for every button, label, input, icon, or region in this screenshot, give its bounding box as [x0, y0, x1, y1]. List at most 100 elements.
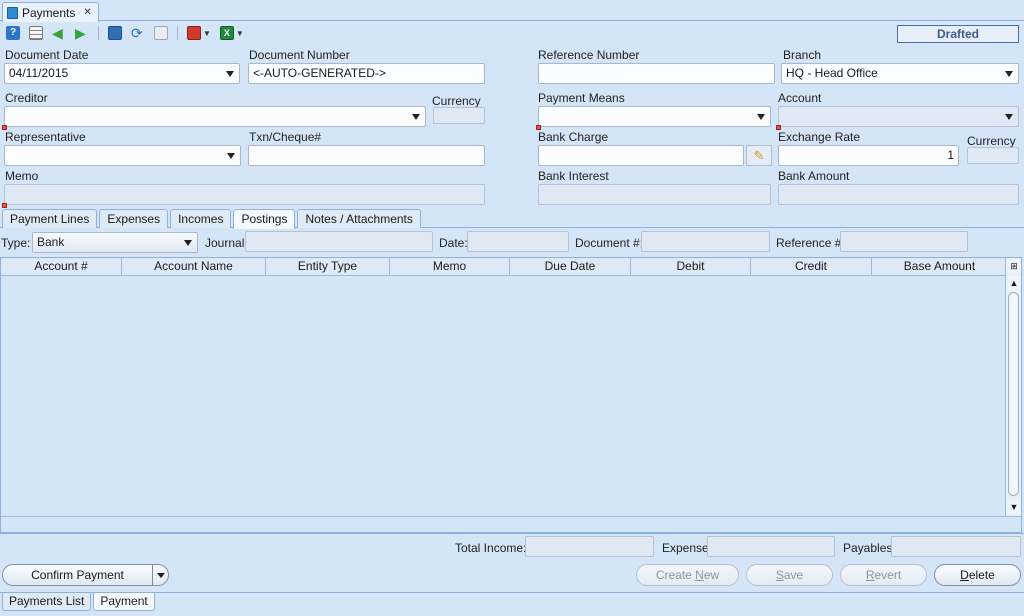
document-date-select[interactable]: 04/11/2015	[4, 63, 240, 84]
date-field	[467, 231, 569, 252]
back-arrow-icon[interactable]: ◀	[52, 26, 66, 40]
confirm-payment-label: Confirm Payment	[31, 568, 124, 582]
journal-label: Journal:	[205, 236, 248, 250]
document-icon	[7, 6, 18, 19]
bank-interest-field	[538, 184, 771, 205]
currency2-field	[967, 147, 1019, 164]
create-new-button[interactable]: Create New	[636, 564, 739, 586]
revert-button[interactable]: Revert	[840, 564, 927, 586]
excel-export-dropdown-icon[interactable]: ▼	[236, 29, 244, 38]
reference-number-field[interactable]	[538, 63, 775, 84]
bank-charge-label: Bank Charge	[538, 130, 609, 144]
document-date-label: Document Date	[5, 48, 89, 62]
txn-cheque-label: Txn/Cheque#	[249, 130, 322, 144]
memo-label: Memo	[5, 169, 39, 183]
revert-label-post: evert	[874, 568, 902, 582]
column-header-account-number[interactable]: Account #	[1, 258, 122, 275]
account-label: Account	[778, 91, 822, 105]
tab-postings[interactable]: Postings	[233, 209, 296, 229]
bank-interest-label: Bank Interest	[538, 169, 609, 183]
save-disk-icon[interactable]	[108, 26, 122, 40]
scroll-thumb[interactable]	[1008, 292, 1019, 496]
detail-tabs: Payment Lines Expenses Incomes Postings …	[2, 209, 421, 229]
representative-select[interactable]	[4, 145, 241, 166]
column-header-base-amount[interactable]: Base Amount	[872, 258, 1007, 275]
column-header-entity-type[interactable]: Entity Type	[266, 258, 390, 275]
memo-field[interactable]	[4, 184, 485, 205]
document-tab-strip	[0, 0, 1024, 21]
refresh-icon[interactable]: ⟳	[131, 26, 145, 40]
payables-field	[891, 536, 1021, 557]
create-new-mnemonic: N	[695, 568, 704, 582]
document-number-filter-field	[641, 231, 770, 252]
bank-charge-field[interactable]	[538, 145, 744, 166]
bank-amount-field	[778, 184, 1019, 205]
delete-button[interactable]: Delete	[934, 564, 1021, 586]
column-header-due-date[interactable]: Due Date	[510, 258, 631, 275]
representative-label: Representative	[5, 130, 86, 144]
column-chooser-icon[interactable]: ⊞	[1007, 259, 1021, 273]
tab-notes-attachments[interactable]: Notes / Attachments	[297, 209, 421, 228]
tab-incomes[interactable]: Incomes	[170, 209, 232, 228]
scroll-up-icon[interactable]: ▲	[1007, 276, 1021, 290]
type-label: Type:	[1, 236, 31, 250]
help-icon[interactable]: ?	[6, 26, 20, 40]
totals-divider	[0, 533, 1024, 534]
exchange-rate-label: Exchange Rate	[778, 130, 861, 144]
column-header-credit[interactable]: Credit	[751, 258, 872, 275]
document-number-label: Document Number	[249, 48, 350, 62]
document-number-filter-label: Document #:	[575, 236, 644, 250]
postings-grid: Account # Account Name Entity Type Memo …	[0, 257, 1022, 533]
account-select[interactable]	[778, 106, 1019, 127]
toolbar: ? ◀ ▶ ⟳ ▼ X ▼	[6, 24, 244, 42]
creditor-label: Creditor	[5, 91, 48, 105]
payment-means-label: Payment Means	[538, 91, 625, 105]
grid-header: Account # Account Name Entity Type Memo …	[1, 258, 1007, 276]
delete-label-post: elete	[968, 568, 995, 582]
close-icon[interactable]: ✕	[83, 7, 91, 18]
create-new-label-post: ew	[703, 568, 720, 582]
bottom-tabs: Payments List Payment	[2, 593, 155, 611]
column-header-debit[interactable]: Debit	[631, 258, 751, 275]
confirm-payment-button[interactable]: Confirm Payment	[2, 564, 169, 586]
column-header-memo[interactable]: Memo	[390, 258, 510, 275]
save-mnemonic: S	[775, 568, 784, 582]
currency-field	[433, 107, 485, 124]
excel-export-icon[interactable]: X	[219, 26, 234, 40]
branch-label: Branch	[783, 48, 822, 62]
currency-label: Currency	[432, 94, 481, 108]
tab-payment-lines[interactable]: Payment Lines	[2, 209, 98, 228]
document-number-field[interactable]: <-AUTO-GENERATED->	[248, 63, 485, 84]
scroll-down-icon[interactable]: ▼	[1007, 500, 1021, 514]
expense-field	[707, 536, 835, 557]
copy-icon[interactable]	[154, 26, 168, 40]
expense-label: Expense:	[662, 541, 713, 555]
tab-expenses[interactable]: Expenses	[99, 209, 169, 228]
payments-window-tab[interactable]: Payments ✕	[2, 2, 99, 22]
payment-means-select[interactable]	[538, 106, 771, 127]
tab-payment[interactable]: Payment	[93, 593, 155, 611]
pencil-edit-icon[interactable]: ✎	[746, 145, 772, 166]
create-new-label-pre: Create	[655, 568, 696, 582]
payables-label: Payables:	[843, 541, 896, 555]
branch-select[interactable]: HQ - Head Office	[781, 63, 1019, 84]
save-button[interactable]: Save	[746, 564, 833, 586]
pdf-export-dropdown-icon[interactable]: ▼	[203, 29, 211, 38]
status-badge: Drafted	[897, 25, 1019, 43]
grid-icon[interactable]	[29, 26, 43, 40]
column-header-account-name[interactable]: Account Name	[122, 258, 266, 275]
type-select[interactable]: Bank	[32, 232, 198, 253]
exchange-rate-field[interactable]: 1	[778, 145, 959, 166]
forward-arrow-icon[interactable]: ▶	[75, 26, 89, 40]
grid-footer	[1, 516, 1021, 532]
chevron-down-icon[interactable]	[152, 565, 168, 585]
tab-payments-list[interactable]: Payments List	[2, 593, 92, 611]
creditor-select[interactable]	[4, 106, 426, 127]
vertical-scrollbar[interactable]: ⊞ ▲ ▼	[1005, 258, 1021, 516]
required-marker-icon	[2, 203, 7, 208]
currency2-label: Currency	[967, 134, 1016, 148]
total-income-label: Total Income:	[455, 541, 527, 555]
pdf-export-icon[interactable]	[187, 26, 201, 40]
txn-cheque-field[interactable]	[248, 145, 485, 166]
reference-number-label: Reference Number	[538, 48, 640, 62]
